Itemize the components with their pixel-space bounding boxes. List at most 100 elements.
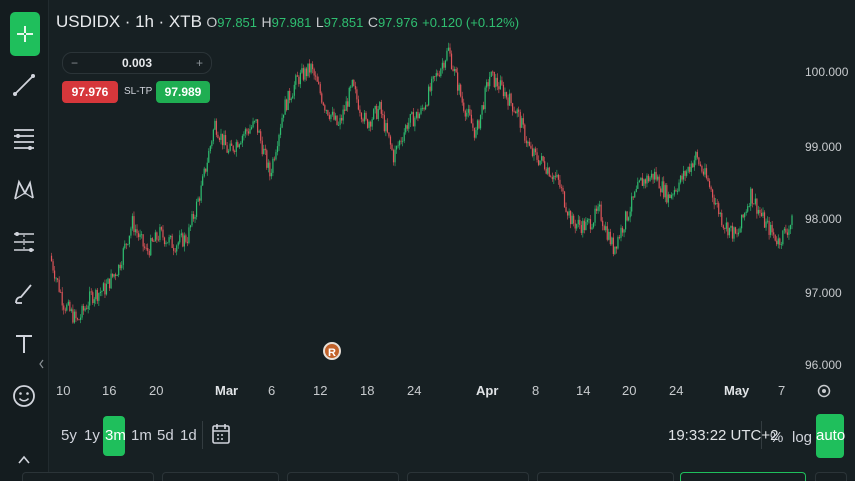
candle-body [312,64,314,70]
candle-body [457,72,459,91]
candle-body [692,163,694,168]
candle-body [218,138,221,140]
crosshair-tool-button[interactable] [10,12,40,56]
candle-body [431,78,433,91]
candle-body [698,157,700,165]
chevron-left-icon[interactable] [36,352,46,376]
auto-scale-button[interactable]: auto [816,414,845,458]
sell-button[interactable]: 97.976 [62,81,118,103]
candle-body [615,246,618,249]
quantity-stepper[interactable]: − 0.003 + [62,52,212,74]
candle-body [402,140,404,142]
candle-body [423,108,425,110]
candle-body [118,264,120,276]
candle-body [498,86,500,90]
candle-body [449,47,451,54]
quantity-increment-button[interactable]: + [196,53,203,73]
candle-body [551,177,553,180]
candle-body [739,228,741,233]
brush-tool-button[interactable] [8,278,40,310]
candle-body [649,177,651,182]
candle-body [231,143,233,146]
candle-body [302,68,305,80]
quantity-decrement-button[interactable]: − [71,53,78,73]
candle-body [240,142,242,145]
range-button-3m[interactable]: 3m [105,425,126,447]
range-button-1d[interactable]: 1d [180,425,197,447]
candle-body [250,127,253,129]
candle-body [223,135,225,146]
candle-body [67,301,69,305]
candle-body [304,68,306,80]
candle-body [521,118,523,128]
candle-body [661,181,663,193]
candle-body [115,274,117,277]
candle-body [263,148,265,155]
x-tick-label: 24 [669,383,684,398]
candle-body [162,229,164,238]
candle-body [614,246,616,255]
event-marker[interactable]: R [323,342,341,360]
calendar-icon[interactable] [211,422,231,446]
candle-body [399,140,401,146]
candle-body [150,238,152,256]
candle-body [435,73,437,77]
candle-body [70,309,72,311]
candle-body [446,50,448,61]
candle-body [472,123,474,128]
candle-body [559,179,561,188]
fib-levels-tool-button[interactable] [8,122,40,154]
candle-body [165,242,167,245]
buy-button[interactable]: 97.989 [156,81,210,103]
x-tick-label: 14 [576,383,591,398]
low-label: L [315,14,324,30]
interval-label[interactable]: 1h [135,12,154,31]
candle-body [741,214,743,229]
range-button-5d[interactable]: 5d [157,425,174,447]
candle-body [695,151,697,161]
candle-body [282,114,285,118]
measure-tool-button[interactable] [8,226,40,258]
range-button-5y[interactable]: 5y [61,425,77,447]
percent-scale-button[interactable]: % [770,427,783,449]
candle-body [321,93,323,103]
sltp-button[interactable]: SL-TP [124,81,152,103]
candle-body [406,125,408,129]
quantity-value[interactable]: 0.003 [122,56,152,70]
pattern-tool-button[interactable] [8,174,40,206]
range-button-1m[interactable]: 1m [131,425,152,447]
candle-body [534,148,537,153]
axis-settings-icon[interactable] [815,382,833,400]
candle-body [475,130,477,138]
x-tick-label: Apr [476,383,499,398]
candle-body [705,168,708,178]
candle-body [525,140,527,144]
candle-body [571,215,573,225]
log-scale-button[interactable]: log [792,427,812,449]
candle-body [301,68,303,73]
candle-body [284,99,286,115]
symbol-name[interactable]: USDIDX [56,12,120,31]
candle-body [560,187,563,189]
candle-body [290,98,292,101]
low-value: 97.851 [323,15,364,30]
emoji-tool-button[interactable] [8,380,40,412]
candle-body [570,211,572,225]
candle-body [82,305,85,311]
candle-body [357,99,360,110]
candle-body [611,237,613,245]
candle-body [678,182,680,191]
candle-body [199,198,201,201]
candle-body [119,264,121,269]
candle-body [492,71,494,73]
candle-body [166,242,169,244]
candle-body [249,128,251,134]
trend-line-tool-button[interactable] [8,69,40,101]
candle-body [582,220,584,233]
candle-body [722,225,724,229]
candle-body [438,75,440,77]
candle-body [591,227,593,230]
candle-body [392,150,395,163]
candle-body [160,227,163,230]
range-button-1y[interactable]: 1y [84,425,100,447]
